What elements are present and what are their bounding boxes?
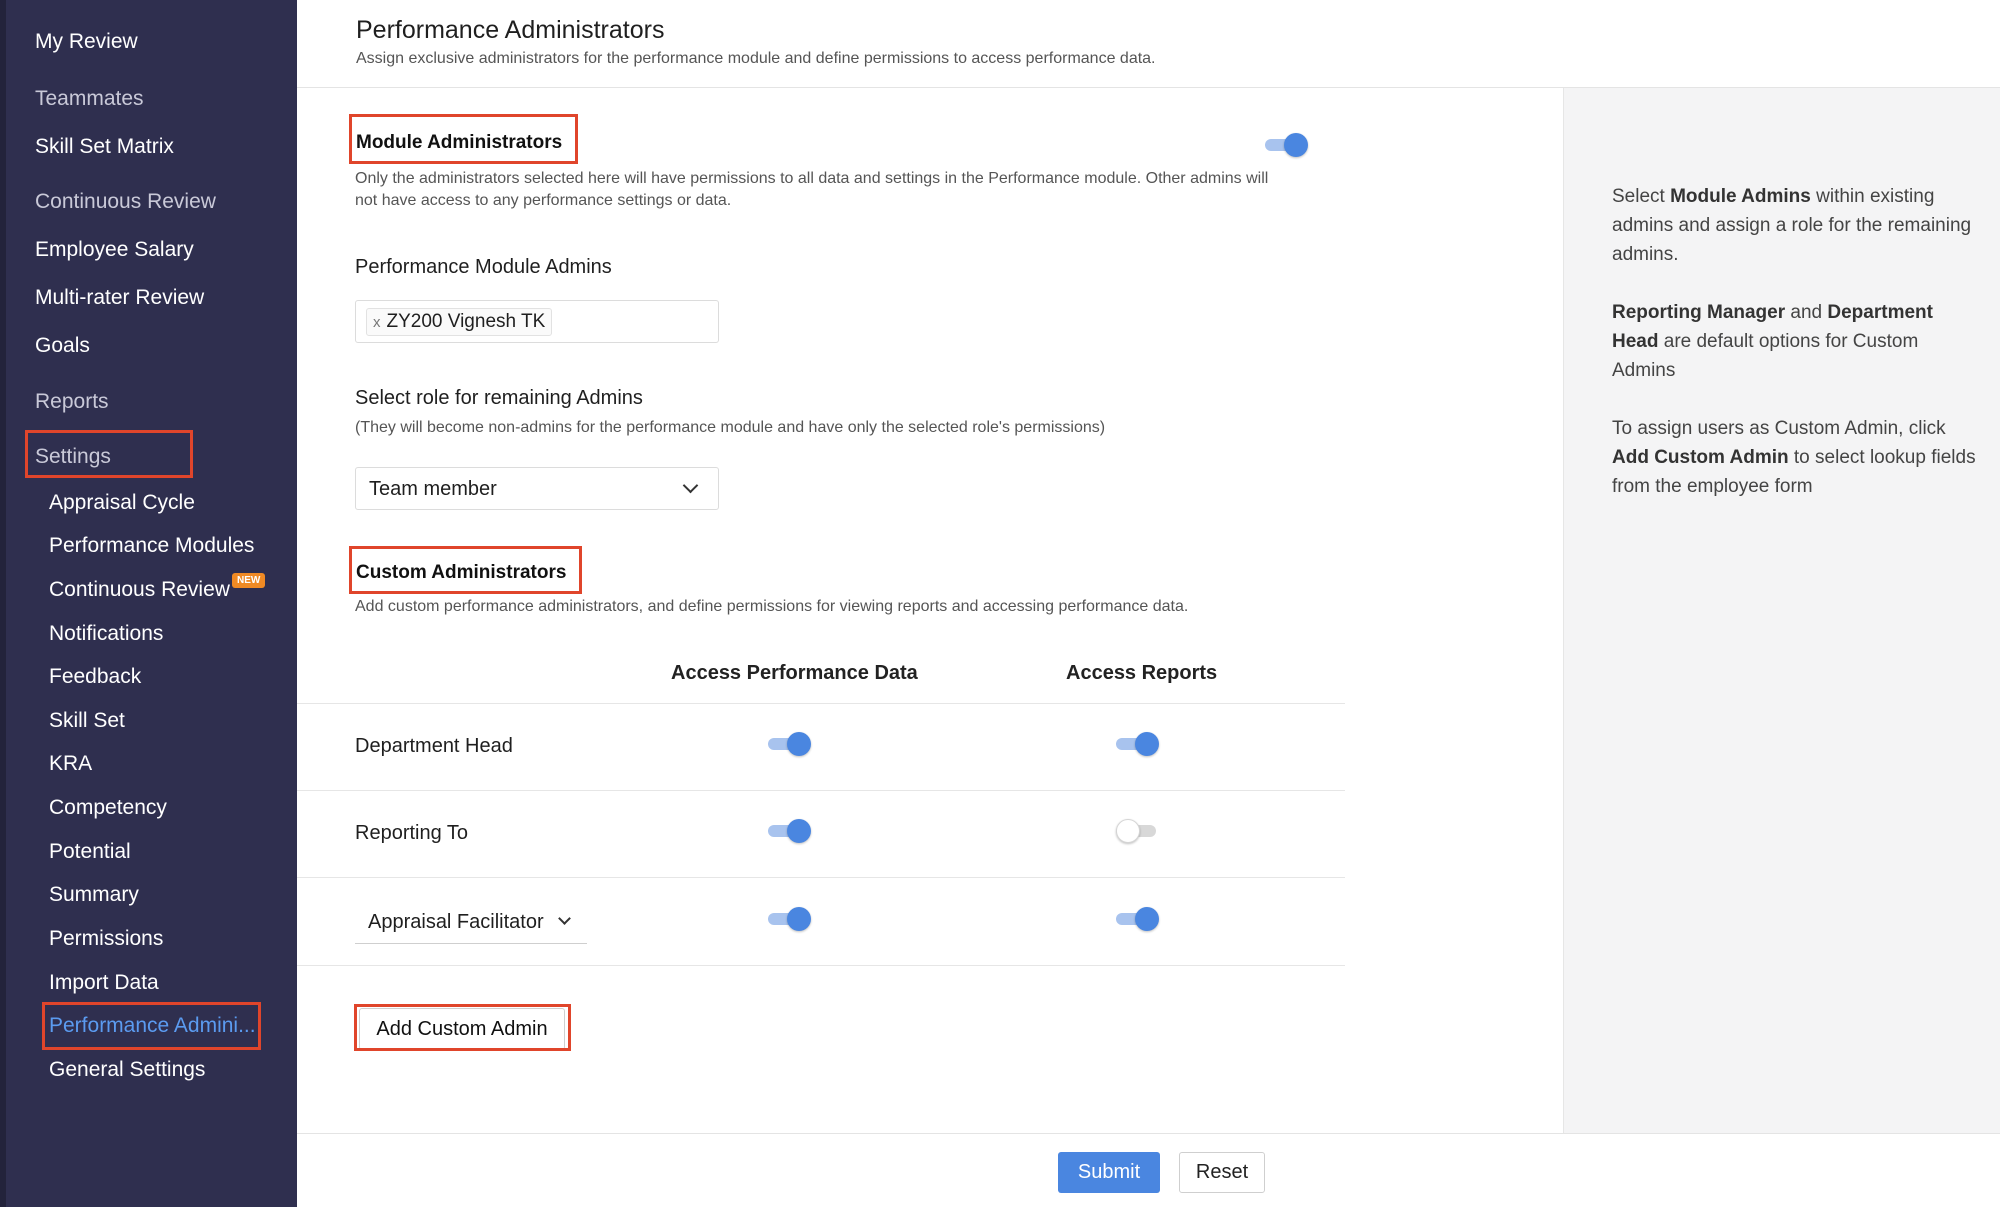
form-footer: Submit Reset bbox=[297, 1133, 2000, 1207]
performance-module-admins-label: Performance Module Admins bbox=[355, 256, 612, 278]
help-paragraph-module-admins: Select Module Admins within existing adm… bbox=[1612, 186, 1972, 265]
remove-tag-icon[interactable]: x bbox=[373, 314, 381, 331]
sidebar-item-multi-rater-review[interactable]: Multi-rater Review bbox=[35, 286, 204, 310]
settings-item-competency[interactable]: Competency bbox=[49, 796, 167, 820]
toggle-reporting-to-reports[interactable] bbox=[1116, 816, 1160, 846]
toggle-reporting-to-data[interactable] bbox=[768, 816, 812, 846]
sidebar-item-reports[interactable]: Reports bbox=[35, 390, 109, 414]
sidebar: My Review Teammates Skill Set Matrix Con… bbox=[0, 0, 297, 1207]
table-divider bbox=[297, 965, 1345, 966]
toggle-department-head-reports[interactable] bbox=[1116, 729, 1160, 759]
perf-admin-highlight-box bbox=[42, 1002, 261, 1050]
sidebar-item-continuous-review[interactable]: Continuous Review bbox=[35, 190, 216, 214]
chevron-down-icon bbox=[558, 912, 571, 925]
module-admins-highlight-box bbox=[349, 114, 578, 164]
admin-tag: x ZY200 Vignesh TK bbox=[366, 308, 553, 336]
help-panel: Select Module Admins within existing adm… bbox=[1563, 88, 2000, 1133]
sidebar-item-employee-salary[interactable]: Employee Salary bbox=[35, 238, 194, 262]
settings-item-summary[interactable]: Summary bbox=[49, 883, 139, 907]
help-paragraph-default-options: Reporting Manager and Department Head ar… bbox=[1612, 302, 1933, 381]
toggle-appraisal-facilitator-data[interactable] bbox=[768, 904, 812, 934]
remaining-role-note: (They will become non-admins for the per… bbox=[355, 419, 1106, 436]
remaining-role-value: Team member bbox=[369, 478, 497, 500]
appraisal-facilitator-select[interactable]: Appraisal Facilitator bbox=[355, 904, 587, 944]
toggle-department-head-data[interactable] bbox=[768, 729, 812, 759]
settings-item-kra[interactable]: KRA bbox=[49, 752, 92, 776]
settings-item-permissions[interactable]: Permissions bbox=[49, 927, 163, 951]
reset-button[interactable]: Reset bbox=[1179, 1152, 1265, 1193]
col-access-performance-data: Access Performance Data bbox=[671, 662, 918, 684]
settings-item-general-settings[interactable]: General Settings bbox=[49, 1058, 205, 1082]
table-divider bbox=[297, 790, 1345, 791]
settings-item-appraisal-cycle[interactable]: Appraisal Cycle bbox=[49, 491, 195, 515]
row-label-department-head: Department Head bbox=[355, 735, 513, 757]
col-access-reports: Access Reports bbox=[1066, 662, 1218, 684]
sidebar-item-my-review[interactable]: My Review bbox=[35, 30, 138, 54]
sidebar-item-skill-set-matrix[interactable]: Skill Set Matrix bbox=[35, 135, 174, 159]
appraisal-facilitator-value: Appraisal Facilitator bbox=[368, 911, 544, 933]
table-divider bbox=[297, 703, 1345, 704]
sidebar-item-teammates[interactable]: Teammates bbox=[35, 87, 144, 111]
page-subtitle: Assign exclusive administrators for the … bbox=[356, 50, 1156, 67]
settings-item-continuous-review[interactable]: Continuous Review bbox=[49, 578, 230, 602]
settings-item-potential[interactable]: Potential bbox=[49, 840, 131, 864]
module-admins-description: Only the administrators selected here wi… bbox=[355, 168, 1355, 212]
help-paragraph-custom-admin: To assign users as Custom Admin, click A… bbox=[1612, 418, 1976, 497]
page-header: Performance Administrators Assign exclus… bbox=[297, 0, 2000, 88]
toggle-appraisal-facilitator-reports[interactable] bbox=[1116, 904, 1160, 934]
chevron-down-icon bbox=[682, 477, 699, 494]
settings-item-feedback[interactable]: Feedback bbox=[49, 665, 141, 689]
remaining-role-label: Select role for remaining Admins bbox=[355, 387, 643, 409]
page-title: Performance Administrators bbox=[356, 16, 665, 44]
new-badge: NEW bbox=[232, 573, 266, 588]
sidebar-edge bbox=[0, 0, 6, 1207]
submit-button[interactable]: Submit bbox=[1058, 1152, 1160, 1193]
table-divider bbox=[297, 877, 1345, 878]
performance-module-admins-input[interactable]: x ZY200 Vignesh TK bbox=[355, 300, 719, 343]
settings-item-performance-modules[interactable]: Performance Modules bbox=[49, 534, 254, 558]
module-admins-desc-line2: not have access to any performance setti… bbox=[355, 192, 732, 209]
row-label-reporting-to: Reporting To bbox=[355, 822, 469, 844]
settings-highlight-box bbox=[25, 430, 193, 478]
add-custom-admin-highlight-box bbox=[354, 1004, 571, 1051]
module-admins-toggle[interactable] bbox=[1265, 130, 1309, 160]
remaining-role-select[interactable]: Team member bbox=[355, 467, 719, 510]
sidebar-item-goals[interactable]: Goals bbox=[35, 334, 90, 358]
module-admins-desc-line1: Only the administrators selected here wi… bbox=[355, 170, 1269, 187]
settings-item-import-data[interactable]: Import Data bbox=[49, 971, 159, 995]
settings-item-skill-set[interactable]: Skill Set bbox=[49, 709, 125, 733]
admin-tag-label: ZY200 Vignesh TK bbox=[386, 311, 546, 332]
custom-admins-description: Add custom performance administrators, a… bbox=[355, 598, 1189, 615]
custom-admins-highlight-box bbox=[349, 546, 582, 594]
settings-item-notifications[interactable]: Notifications bbox=[49, 622, 163, 646]
